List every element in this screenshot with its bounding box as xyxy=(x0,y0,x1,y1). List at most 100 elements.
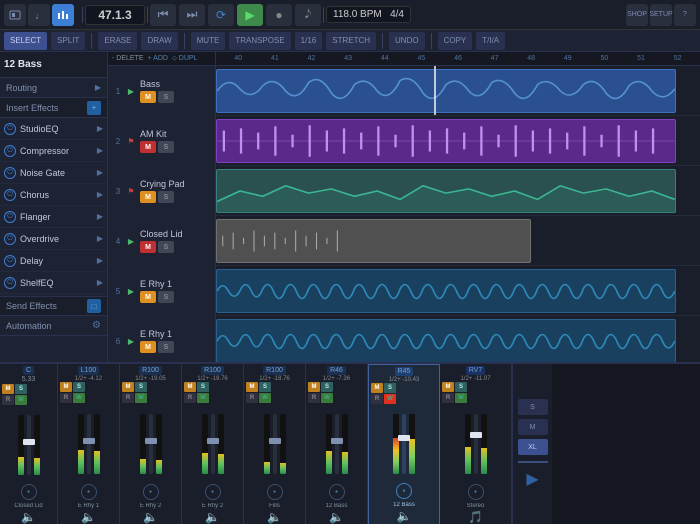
effect-row-flanger[interactable]: ⏻ Flanger ▶ xyxy=(0,206,107,228)
fader-knob-7[interactable] xyxy=(398,435,410,441)
effect-row-studioeq[interactable]: ⏻ StudioEQ ▶ xyxy=(0,118,107,140)
effect-row-noisegate[interactable]: ⏻ Noise Gate ▶ xyxy=(0,162,107,184)
read-btn-1[interactable]: R xyxy=(2,395,14,405)
mixer-xl-btn[interactable]: XL xyxy=(518,439,548,455)
bpm-display[interactable]: 118.0 BPM 4/4 xyxy=(326,6,411,23)
fader-track-2[interactable] xyxy=(87,414,91,474)
fader-track-4[interactable] xyxy=(211,414,215,474)
solo-btn-4[interactable]: S xyxy=(197,382,209,392)
track-lane-3[interactable] xyxy=(216,166,700,215)
effect-row-overdrive[interactable]: ⏻ Overdrive ▶ xyxy=(0,228,107,250)
effect-power-icon[interactable]: ⏻ xyxy=(4,277,16,289)
effect-row-shelfeq[interactable]: ⏻ ShelfEQ ▶ xyxy=(0,272,107,294)
mute-btn-2[interactable]: M xyxy=(60,382,72,392)
mute-btn-7[interactable]: M xyxy=(371,383,383,393)
insert-effects-header[interactable]: Insert Effects + xyxy=(0,98,107,118)
track-play-6[interactable]: ▶ xyxy=(124,334,138,348)
clip-lid[interactable] xyxy=(216,219,531,263)
track-solo-5[interactable]: S xyxy=(158,291,174,303)
effect-power-icon[interactable]: ⏻ xyxy=(4,211,16,223)
fader-knob-8[interactable] xyxy=(470,432,482,438)
effect-row-compressor[interactable]: ⏻ Compressor ▶ xyxy=(0,140,107,162)
read-btn-3[interactable]: R xyxy=(122,393,134,403)
track-solo-1[interactable]: S xyxy=(158,91,174,103)
write-btn-4[interactable]: W xyxy=(197,393,209,403)
track-lane-6[interactable] xyxy=(216,316,700,362)
grid-tool[interactable]: 1/16 xyxy=(295,32,323,50)
effect-power-icon[interactable]: ⏻ xyxy=(4,189,16,201)
send-add-icon[interactable]: □ xyxy=(87,299,101,313)
loop-btn[interactable]: ⟳ xyxy=(208,4,234,26)
track-mute-1[interactable]: M xyxy=(140,91,156,103)
fader-knob-3[interactable] xyxy=(145,438,157,444)
add-btn[interactable]: + ADD xyxy=(148,55,168,62)
write-btn-8[interactable]: W xyxy=(455,393,467,403)
effect-row-chorus[interactable]: ⏻ Chorus ▶ xyxy=(0,184,107,206)
fader-track-3[interactable] xyxy=(149,414,153,474)
write-btn-1[interactable]: W xyxy=(15,395,27,405)
solo-btn-7[interactable]: S xyxy=(384,383,396,393)
track-play-5[interactable]: ▶ xyxy=(124,284,138,298)
undo-btn[interactable]: UNDO xyxy=(389,32,425,50)
solo-btn-6[interactable]: S xyxy=(321,382,333,392)
fader-knob-1[interactable] xyxy=(23,439,35,445)
write-btn-5[interactable]: W xyxy=(259,393,271,403)
read-btn-7[interactable]: R xyxy=(371,394,383,404)
shop-icon[interactable]: SHOP xyxy=(626,4,648,26)
track-play-3[interactable]: ⚑ xyxy=(124,184,138,198)
mute-tool[interactable]: MUTE xyxy=(191,32,226,50)
write-btn-2[interactable]: W xyxy=(73,393,85,403)
read-btn-6[interactable]: R xyxy=(308,393,320,403)
clip-erhy1[interactable] xyxy=(216,269,676,313)
pan-8[interactable]: ● xyxy=(468,484,484,500)
help-icon[interactable]: ? xyxy=(674,4,696,26)
solo-btn-3[interactable]: S xyxy=(135,382,147,392)
transpose-tool[interactable]: TRANSPOSE xyxy=(229,32,290,50)
play-btn[interactable]: ▶ xyxy=(237,4,263,26)
t-i-a-btn[interactable]: T/I/A xyxy=(476,32,505,50)
solo-btn-8[interactable]: S xyxy=(455,382,467,392)
read-btn-2[interactable]: R xyxy=(60,393,72,403)
pan-1[interactable]: ● xyxy=(21,484,37,500)
track-mute-2[interactable]: M xyxy=(140,141,156,153)
mute-btn-8[interactable]: M xyxy=(442,382,454,392)
read-btn-4[interactable]: R xyxy=(184,393,196,403)
setup-icon[interactable]: SETUP xyxy=(650,4,672,26)
pan-3[interactable]: ● xyxy=(143,484,159,500)
effect-power-icon[interactable]: ⏻ xyxy=(4,255,16,267)
track-solo-6[interactable]: S xyxy=(158,341,174,353)
fader-track-5[interactable] xyxy=(273,414,277,474)
solo-btn-2[interactable]: S xyxy=(73,382,85,392)
fader-track-8[interactable] xyxy=(474,414,478,474)
fader-knob-6[interactable] xyxy=(331,438,343,444)
mute-btn-6[interactable]: M xyxy=(308,382,320,392)
clip-erhy2[interactable] xyxy=(216,319,676,362)
mixer-icon[interactable] xyxy=(52,4,74,26)
effect-power-icon[interactable]: ⏻ xyxy=(4,233,16,245)
mixer-m-btn[interactable]: M xyxy=(518,419,548,435)
track-mute-3[interactable]: M xyxy=(140,191,156,203)
mute-btn-3[interactable]: M xyxy=(122,382,134,392)
pan-5[interactable]: ● xyxy=(267,484,283,500)
effect-power-icon[interactable]: ⏻ xyxy=(4,145,16,157)
media-icon[interactable] xyxy=(4,4,26,26)
pan-2[interactable]: ● xyxy=(81,484,97,500)
clip-bass-1[interactable] xyxy=(216,69,676,113)
erase-tool[interactable]: ERASE xyxy=(98,32,137,50)
track-mute-6[interactable]: M xyxy=(140,341,156,353)
stop-btn[interactable]: ● xyxy=(266,4,292,26)
solo-btn-5[interactable]: S xyxy=(259,382,271,392)
stretch-tool[interactable]: STRETCH xyxy=(326,32,376,50)
pan-7[interactable]: ● xyxy=(396,483,412,499)
fader-knob-4[interactable] xyxy=(207,438,219,444)
skip-back-btn[interactable]: ⏮ xyxy=(150,4,176,26)
send-effects-header[interactable]: Send Effects □ xyxy=(0,296,107,316)
select-tool[interactable]: SELECT xyxy=(4,32,47,50)
effect-power-icon[interactable]: ⏻ xyxy=(4,123,16,135)
track-solo-3[interactable]: S xyxy=(158,191,174,203)
split-tool[interactable]: SPLIT xyxy=(51,32,85,50)
draw-tool[interactable]: DRAW xyxy=(141,32,177,50)
pan-6[interactable]: ● xyxy=(329,484,345,500)
automation-row[interactable]: Automation ⚙ xyxy=(0,316,107,336)
track-lane-5[interactable] xyxy=(216,266,700,315)
